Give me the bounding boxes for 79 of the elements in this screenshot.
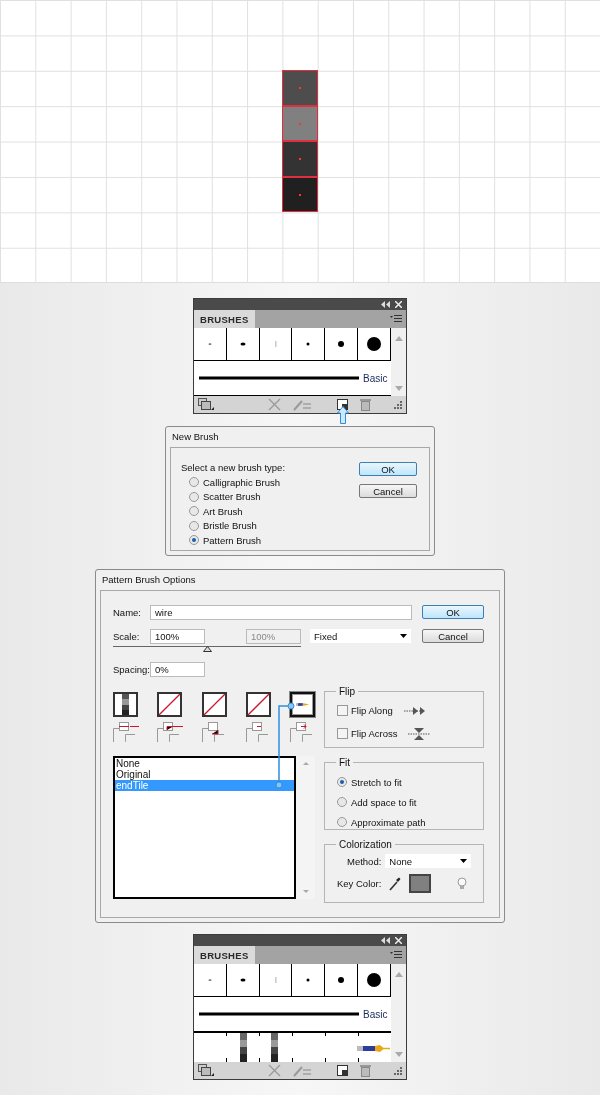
- key-color-swatch[interactable]: [409, 874, 432, 893]
- diagonal-line-icon: [203, 694, 225, 715]
- radio-label[interactable]: Add space to fit: [351, 796, 417, 808]
- group-title: Fit: [338, 757, 352, 768]
- close-icon[interactable]: [395, 937, 402, 944]
- checkbox[interactable]: [337, 705, 348, 716]
- pattern-brush-drawing[interactable]: [194, 1032, 391, 1062]
- lightbulb-icon[interactable]: [457, 877, 468, 890]
- field-label: Scale:: [113, 630, 141, 642]
- radio-button[interactable]: [337, 817, 347, 827]
- pointer-arrow-icon: [337, 406, 349, 424]
- radio-button[interactable]: [189, 506, 199, 517]
- spacing-field[interactable]: 0%: [150, 661, 205, 677]
- menu-icon[interactable]: [390, 951, 402, 959]
- dialog-title: Pattern Brush Options: [101, 573, 197, 587]
- panel-tab[interactable]: BRUSHES: [194, 946, 255, 964]
- radio-label[interactable]: Pattern Brush: [203, 534, 262, 546]
- pencil-icon: [296, 702, 309, 707]
- caret-icon[interactable]: [460, 859, 468, 863]
- cancel-button[interactable]: Cancel: [359, 484, 417, 498]
- caret-icon[interactable]: [400, 634, 407, 638]
- field-label: Key Color:: [337, 878, 382, 889]
- radio-button[interactable]: [337, 777, 347, 787]
- diagonal-line-icon: [159, 694, 181, 715]
- radio-label[interactable]: Stretch to fit: [351, 776, 402, 788]
- brush-name: Basic: [363, 1008, 388, 1020]
- flip-along-icon: [403, 705, 426, 716]
- slider-thumb[interactable]: [203, 646, 212, 652]
- close-icon[interactable]: [395, 301, 402, 308]
- radio-button[interactable]: [189, 535, 199, 546]
- radio-button[interactable]: [189, 491, 199, 502]
- resize-grip-icon[interactable]: [393, 1066, 402, 1075]
- menu-icon[interactable]: [390, 315, 402, 323]
- diagonal-line-icon: [247, 694, 269, 715]
- collapse-icon[interactable]: [381, 937, 390, 944]
- radio-label[interactable]: Calligraphic Brush: [203, 476, 281, 488]
- list-item[interactable]: Original: [115, 769, 294, 780]
- radio-button[interactable]: [337, 797, 347, 807]
- libraries-icon[interactable]: [198, 1064, 214, 1077]
- checkbox-label[interactable]: Flip Along: [351, 705, 393, 716]
- field-label: Name:: [113, 606, 142, 618]
- ok-button[interactable]: OK: [422, 605, 484, 619]
- libraries-icon[interactable]: [198, 398, 214, 411]
- radio-button[interactable]: [189, 520, 199, 531]
- list-item[interactable]: None: [115, 758, 294, 769]
- radio-label[interactable]: Bristle Brush: [203, 520, 257, 532]
- tile-button[interactable]: [201, 692, 227, 717]
- panel-tab[interactable]: BRUSHES: [194, 310, 255, 328]
- field-label: Spacing:: [113, 663, 150, 675]
- tile-button[interactable]: [245, 692, 271, 717]
- ok-button[interactable]: OK: [359, 462, 417, 476]
- method-dropdown[interactable]: None: [385, 854, 472, 868]
- collapse-icon[interactable]: [381, 301, 390, 308]
- scale-field[interactable]: 100%: [150, 628, 205, 644]
- stroke-line[interactable]: [199, 376, 359, 380]
- stroke-line[interactable]: [199, 1012, 359, 1016]
- flip-across-icon: [408, 726, 431, 741]
- group-title: Flip: [338, 686, 357, 697]
- tile-button[interactable]: [290, 692, 315, 717]
- checkbox-label[interactable]: Flip Across: [351, 728, 398, 739]
- cancel-button[interactable]: Cancel: [422, 629, 484, 643]
- radio-label[interactable]: Approximate path: [351, 816, 426, 828]
- prompt-text: Select a new brush type:: [181, 462, 286, 473]
- dialog-title: New Brush: [171, 430, 220, 444]
- scale-method-dropdown[interactable]: Fixed: [310, 629, 411, 643]
- radio-button[interactable]: [189, 477, 199, 488]
- field-label: Method:: [347, 855, 382, 867]
- brush-name: Basic: [363, 372, 388, 384]
- radio-label[interactable]: Scatter Brush: [203, 491, 261, 503]
- name-field[interactable]: wire: [150, 604, 412, 620]
- group-title: Colorization: [338, 839, 393, 850]
- eyedropper-icon[interactable]: [389, 876, 402, 891]
- resize-grip-icon[interactable]: [393, 400, 402, 409]
- scale-slider-track[interactable]: [113, 646, 301, 654]
- tile-button[interactable]: [113, 692, 138, 717]
- tile-button[interactable]: [157, 692, 183, 717]
- checkbox[interactable]: [337, 728, 348, 739]
- new-brush-icon[interactable]: [337, 1065, 348, 1076]
- radio-label[interactable]: Art Brush: [203, 505, 243, 517]
